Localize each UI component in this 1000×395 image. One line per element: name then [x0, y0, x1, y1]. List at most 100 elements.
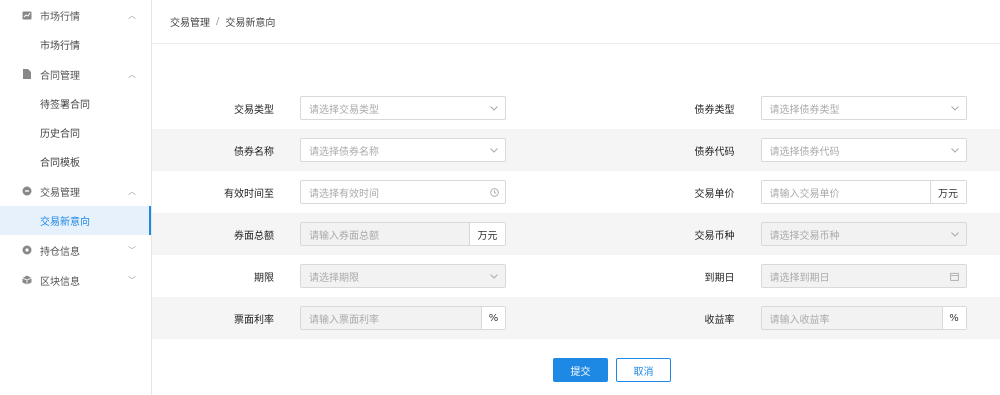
chevron-down-icon: [944, 231, 966, 237]
unit-suffix: %: [941, 307, 966, 329]
placeholder: 请选择债券名称: [309, 146, 379, 158]
cube-icon: [22, 275, 32, 285]
term-select: 请选择期限: [300, 264, 506, 288]
unit-suffix: %: [481, 307, 505, 329]
circle-icon: [22, 186, 32, 196]
field-label-bond-name: 债券名称: [234, 146, 274, 158]
form-row: 有效时间至 请选择有效时间 交易单价 请输入交易单价 万元: [152, 171, 1000, 213]
menu-group-label: 区块信息: [40, 276, 80, 288]
placeholder: 请选择债券类型: [769, 104, 840, 116]
menu-group-label: 交易管理: [40, 187, 80, 199]
menu-group-market[interactable]: 市场行情 ︿: [0, 0, 151, 30]
field-label-coupon-rate: 票面利率: [234, 314, 274, 326]
gear-icon: [22, 245, 32, 255]
valid-until-time-picker[interactable]: 请选择有效时间: [300, 180, 506, 204]
menu-group-trade[interactable]: 交易管理 ︿: [0, 176, 151, 206]
field-label-valid-until: 有效时间至: [224, 188, 274, 200]
yield-input: 请输入收益率 %: [760, 306, 967, 330]
chart-icon: [22, 10, 32, 20]
placeholder: 请选择交易类型: [309, 104, 379, 116]
form-cell: 债券代码 请选择债券代码: [581, 138, 1000, 162]
sidebar-item-new-trade-intent[interactable]: 交易新意向: [0, 206, 151, 235]
menu-group-positions[interactable]: 持仓信息 ﹀: [0, 235, 151, 265]
main-content: 交易管理 / 交易新意向 交易类型 请选择交易类型 债券类型 请选择债券类型 债…: [152, 0, 1000, 395]
sidebar-item-contract-templates[interactable]: 合同模板: [0, 147, 151, 176]
form-cell: 票面利率 请输入票面利率 %: [152, 306, 572, 330]
chevron-up-icon: ︿: [128, 10, 136, 20]
form-row: 债券名称 请选择债券名称 债券代码 请选择债券代码: [152, 129, 1000, 171]
form-row: 交易类型 请选择交易类型 债券类型 请选择债券类型: [152, 87, 1000, 129]
unit-suffix: 万元: [929, 181, 966, 203]
placeholder: 请选择到期日: [769, 272, 830, 284]
field-label-term: 期限: [254, 272, 274, 284]
form-cell: 期限 请选择期限: [152, 264, 572, 288]
form-cell: 交易类型 请选择交易类型: [152, 96, 572, 120]
placeholder: 请选择有效时间: [309, 188, 379, 200]
chevron-down-icon: [483, 105, 505, 111]
chevron-down-icon: [944, 147, 966, 153]
form-cell: 交易币种 请选择交易币种: [581, 222, 1000, 246]
form-cell: 券面总额 请输入券面总额 万元: [152, 222, 572, 246]
menu-group-label: 合同管理: [40, 70, 80, 82]
trade-intent-form: 交易类型 请选择交易类型 债券类型 请选择债券类型 债券名称 请选择债券名称 债…: [152, 87, 1000, 339]
menu-group-blocks[interactable]: 区块信息 ﹀: [0, 265, 151, 295]
trade-type-select[interactable]: 请选择交易类型: [300, 96, 506, 120]
placeholder: 请输入券面总额: [309, 230, 379, 242]
breadcrumb: 交易管理 / 交易新意向: [152, 0, 1000, 44]
face-total-input: 请输入券面总额 万元: [300, 222, 506, 246]
placeholder: 请输入交易单价: [769, 188, 840, 200]
currency-select: 请选择交易币种: [760, 222, 967, 246]
sidebar-item-market[interactable]: 市场行情: [0, 30, 151, 59]
coupon-rate-input: 请输入票面利率 %: [300, 306, 506, 330]
chevron-down-icon: ﹀: [128, 245, 136, 255]
sidebar-item-pending-contracts[interactable]: 待签署合同: [0, 89, 151, 118]
breadcrumb-separator: /: [216, 16, 220, 27]
form-row: 票面利率 请输入票面利率 % 收益率 请输入收益率 %: [152, 297, 1000, 339]
form-cell: 收益率 请输入收益率 %: [581, 306, 1000, 330]
field-label-unit-price: 交易单价: [694, 188, 735, 200]
form-cell: 债券名称 请选择债券名称: [152, 138, 572, 162]
field-label-face-total: 券面总额: [234, 230, 274, 242]
clock-icon: [483, 187, 505, 197]
form-cell: 到期日 请选择到期日: [581, 264, 1000, 288]
field-label-trade-type: 交易类型: [234, 104, 274, 116]
field-label-currency: 交易币种: [694, 230, 735, 242]
chevron-up-icon: ︿: [128, 69, 136, 79]
cancel-button[interactable]: 取消: [616, 358, 671, 382]
field-label-maturity-date: 到期日: [704, 272, 735, 284]
placeholder: 请输入收益率: [769, 314, 830, 326]
breadcrumb-parent[interactable]: 交易管理: [170, 14, 210, 29]
chevron-up-icon: ︿: [128, 186, 136, 196]
calendar-icon: [944, 272, 966, 281]
bond-code-select[interactable]: 请选择债券代码: [760, 138, 967, 162]
unit-price-input[interactable]: 请输入交易单价 万元: [760, 180, 967, 204]
chevron-down-icon: [944, 105, 966, 111]
chevron-down-icon: ﹀: [128, 275, 136, 285]
sidebar-item-history-contracts[interactable]: 历史合同: [0, 118, 151, 147]
bond-name-select[interactable]: 请选择债券名称: [300, 138, 506, 162]
form-cell: 债券类型 请选择债券类型: [581, 96, 1000, 120]
menu-group-label: 市场行情: [40, 11, 80, 23]
form-row: 券面总额 请输入券面总额 万元 交易币种 请选择交易币种: [152, 213, 1000, 255]
field-label-bond-code: 债券代码: [694, 146, 735, 158]
chevron-down-icon: [483, 273, 505, 279]
form-row: 期限 请选择期限 到期日 请选择到期日: [152, 255, 1000, 297]
maturity-date-picker: 请选择到期日: [760, 264, 967, 288]
chevron-down-icon: [483, 147, 505, 153]
breadcrumb-current: 交易新意向: [225, 18, 276, 29]
unit-suffix: 万元: [469, 223, 505, 245]
menu-group-label: 持仓信息: [40, 246, 80, 258]
submit-button[interactable]: 提交: [553, 358, 608, 382]
form-actions: 提交 取消: [553, 358, 671, 382]
form-cell: 有效时间至 请选择有效时间: [152, 180, 572, 204]
app-root: 市场行情 ︿ 市场行情 合同管理 ︿ 待签署合同 历史合同 合同模板 交易管理 …: [0, 0, 1000, 395]
placeholder: 请选择债券代码: [769, 146, 840, 158]
placeholder: 请选择期限: [309, 272, 359, 284]
placeholder: 请选择交易币种: [769, 230, 840, 242]
menu-group-contract[interactable]: 合同管理 ︿: [0, 59, 151, 89]
field-label-yield: 收益率: [704, 314, 735, 326]
field-label-bond-type: 债券类型: [694, 104, 735, 116]
bond-type-select[interactable]: 请选择债券类型: [760, 96, 967, 120]
placeholder: 请输入票面利率: [309, 314, 379, 326]
file-icon: [22, 69, 32, 79]
